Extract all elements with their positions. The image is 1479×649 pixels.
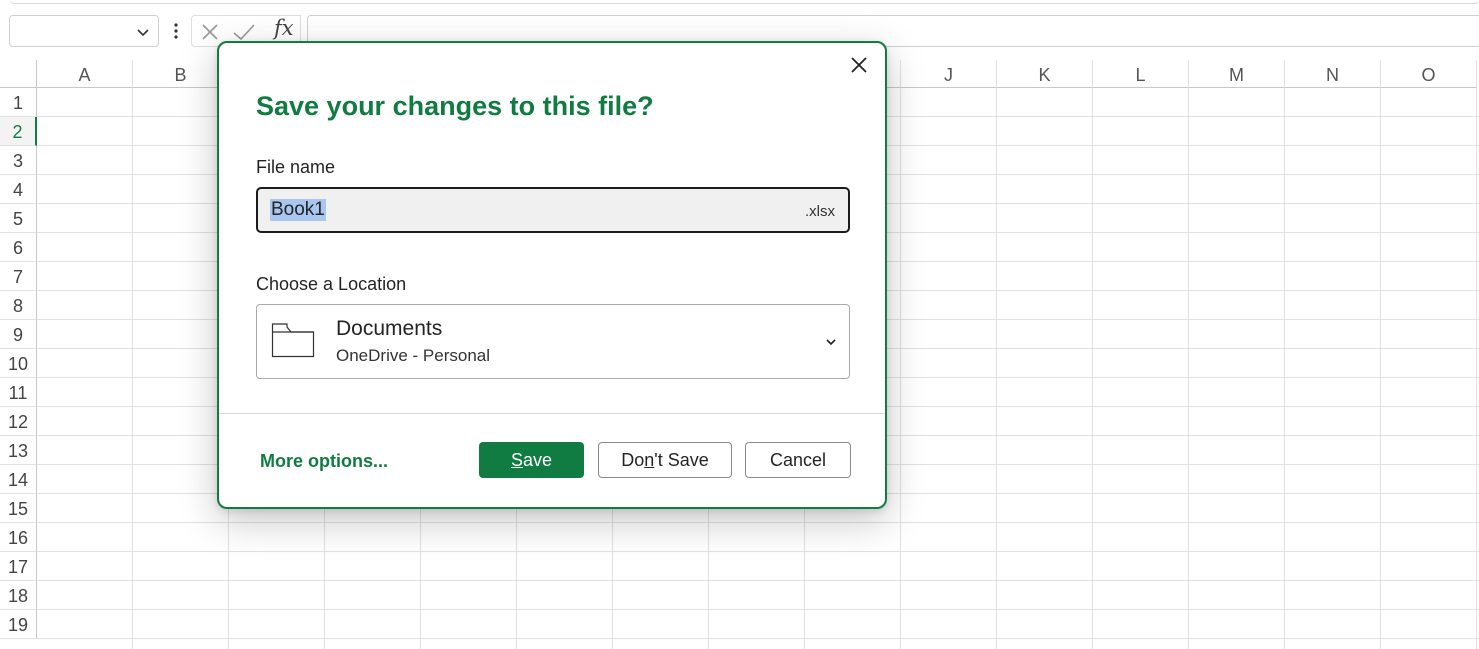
row-header[interactable]: 6 [0, 233, 37, 262]
column-header[interactable]: B [133, 60, 229, 88]
cancel-button[interactable]: Cancel [745, 442, 851, 478]
row-gridline [37, 609, 1479, 610]
row-gridline [37, 522, 1479, 523]
location-title: Documents [336, 317, 443, 340]
column-gridline [1380, 88, 1381, 649]
dont-save-accel: n [644, 450, 655, 470]
column-header[interactable]: K [997, 60, 1093, 88]
row-header[interactable]: 9 [0, 320, 37, 349]
close-icon[interactable] [847, 53, 871, 77]
column-header[interactable]: O [1381, 60, 1477, 88]
file-name-field[interactable]: Book1 .xlsx [256, 187, 850, 233]
row-header[interactable]: 10 [0, 349, 37, 378]
row-header[interactable]: 4 [0, 175, 37, 204]
insert-function-button[interactable]: fx [274, 16, 294, 40]
location-label: Choose a Location [256, 274, 407, 294]
row-header[interactable]: 16 [0, 523, 37, 552]
name-box[interactable] [9, 15, 159, 47]
row-header[interactable]: 11 [0, 378, 37, 407]
column-gridline [1476, 88, 1477, 649]
column-gridline [1188, 88, 1189, 649]
row-header[interactable]: 12 [0, 407, 37, 436]
cancel-x-icon[interactable] [200, 22, 220, 42]
column-header[interactable]: N [1285, 60, 1381, 88]
location-dropdown[interactable]: Documents OneDrive - Personal [256, 304, 850, 379]
more-vert-icon[interactable] [170, 16, 182, 46]
dont-save-pre: Do [621, 450, 645, 470]
dont-save-post: 't Save [654, 450, 709, 470]
row-header[interactable]: 7 [0, 262, 37, 291]
column-gridline [132, 88, 133, 649]
row-header[interactable]: 1 [0, 88, 37, 117]
row-header[interactable]: 15 [0, 494, 37, 523]
select-all-corner[interactable] [0, 60, 37, 88]
column-header[interactable]: A [37, 60, 133, 88]
more-options-link[interactable]: More options... [260, 451, 388, 472]
row-gridline [37, 638, 1479, 639]
column-gridline [1284, 88, 1285, 649]
row-header[interactable]: 18 [0, 581, 37, 610]
dialog-title: Save your changes to this file? [256, 91, 654, 121]
row-header[interactable]: 19 [0, 610, 37, 639]
dropdown-chevron-icon[interactable] [825, 337, 837, 347]
dont-save-button[interactable]: Don't Save [598, 442, 732, 478]
save-rest: ave [522, 450, 553, 470]
save-changes-dialog: Save your changes to this file? File nam… [217, 41, 887, 509]
column-header[interactable]: J [901, 60, 997, 88]
row-header[interactable]: 8 [0, 291, 37, 320]
file-name-value: Book1 [270, 199, 326, 221]
column-gridline [900, 88, 901, 649]
column-gridline [1092, 88, 1093, 649]
folder-icon [271, 323, 315, 358]
chevron-down-icon[interactable] [136, 25, 150, 39]
location-subtitle: OneDrive - Personal [336, 346, 491, 365]
save-accel: S [510, 450, 523, 470]
row-header[interactable]: 3 [0, 146, 37, 175]
dialog-divider [219, 413, 885, 414]
row-header[interactable]: 14 [0, 465, 37, 494]
column-header[interactable]: L [1093, 60, 1189, 88]
save-button[interactable]: Save [479, 442, 584, 478]
row-header[interactable]: 17 [0, 552, 37, 581]
file-extension: .xlsx [805, 203, 835, 220]
column-header[interactable]: M [1189, 60, 1285, 88]
check-icon[interactable] [232, 22, 256, 42]
column-gridline [996, 88, 997, 649]
row-gridline [37, 551, 1479, 552]
ribbon-edge [10, 0, 1479, 4]
row-gridline [37, 580, 1479, 581]
file-name-label: File name [256, 157, 336, 177]
row-header[interactable]: 2 [0, 117, 37, 146]
row-header[interactable]: 5 [0, 204, 37, 233]
row-header[interactable]: 13 [0, 436, 37, 465]
